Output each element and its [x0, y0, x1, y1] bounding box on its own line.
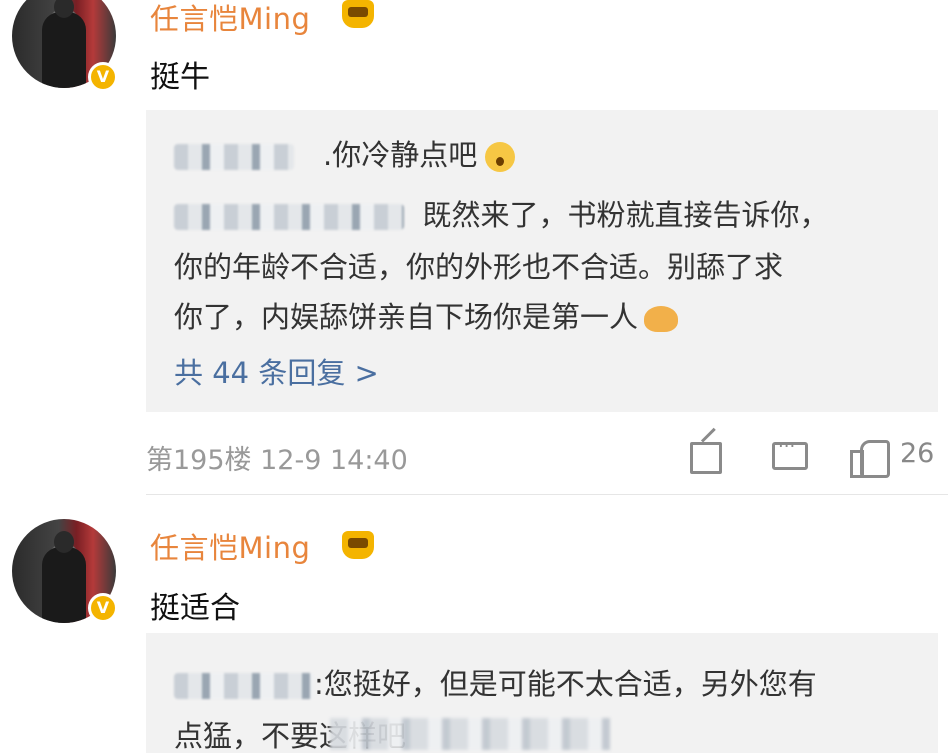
watermark: [330, 718, 610, 750]
comment-meta: 第195楼 12-9 14:40 26: [146, 436, 938, 478]
like-icon[interactable]: [850, 436, 890, 478]
blurred-username: [174, 673, 314, 699]
like-count: 26: [900, 438, 935, 469]
reply-line: :您挺好，但是可能不太合适，另外您有: [174, 661, 817, 703]
blurred-username: [174, 204, 404, 230]
more-replies-link[interactable]: 共 44 条回复 >: [174, 350, 379, 392]
surprised-icon: [485, 142, 516, 172]
clap-icon: [644, 306, 679, 332]
reply-box[interactable]: .你冷静点吧 既然来了，书粉就直接告诉你， 你的年龄不合适，你的外形也不合适。别…: [146, 110, 938, 412]
divider: [146, 494, 948, 495]
reply-line: .你冷静点吧: [174, 132, 516, 174]
comment-text: 挺适合: [150, 591, 240, 626]
comment-item: V 任言恺Ming 挺适合 :您挺好，但是可能不太合适，另外您有 点猛，不要这样…: [0, 505, 948, 753]
comment-item: V 任言恺Ming 挺牛 .你冷静点吧 既然来了，书粉就直接告诉你， 你的年龄不…: [0, 0, 948, 494]
crown-icon: [342, 531, 374, 559]
verified-badge-icon: V: [88, 593, 118, 623]
reply-line: 你了，内娱舔饼亲自下场你是第一人: [174, 294, 679, 336]
comment-icon[interactable]: [772, 436, 808, 476]
crown-icon: [342, 0, 374, 28]
verified-badge-icon: V: [88, 62, 118, 92]
avatar-figure: [42, 0, 86, 88]
reply-line: 你的年龄不合适，你的外形也不合适。别舔了求: [174, 250, 784, 284]
floor-and-time: 第195楼 12-9 14:40: [146, 445, 408, 476]
reply-line: 既然来了，书粉就直接告诉你，: [174, 192, 828, 234]
blurred-username: [174, 144, 294, 170]
username[interactable]: 任言恺Ming: [150, 0, 310, 38]
avatar-figure: [42, 531, 86, 623]
share-icon[interactable]: [688, 436, 722, 476]
username[interactable]: 任言恺Ming: [150, 525, 310, 567]
comment-text: 挺牛: [150, 60, 210, 95]
